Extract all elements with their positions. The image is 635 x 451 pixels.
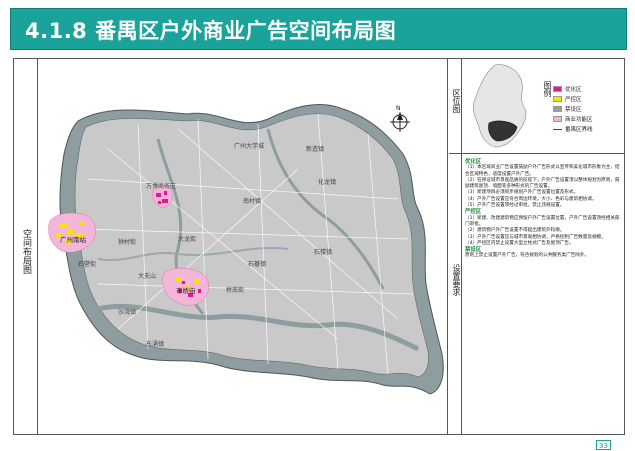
page-number: 33: [596, 440, 611, 450]
place-label: 东涌镇: [146, 341, 165, 348]
notes-paragraph: （1）本区域商业广告设置鼓励户外广告形式以宣传和美化城市形象为主，结合区域特色，…: [465, 165, 620, 177]
place-label: 大龙街: [178, 236, 197, 243]
legend-swatch: [553, 85, 562, 92]
legend-label: 禁设区: [565, 106, 582, 113]
left-label-panel: 空间布局图: [14, 59, 38, 434]
location-map: [473, 64, 527, 148]
north-arrow: N: [390, 105, 410, 132]
place-label: 南村镇: [243, 198, 262, 205]
place-label: 广州南站: [60, 236, 86, 244]
notes-paragraph: 原则上禁止设置户外广告，符合规划的公共服务类广告除外。: [465, 253, 590, 259]
notes-paragraph: （2）在保证城市景观品质的前提下，户外广告设置须以整体规划为原则，鼓励建筑屋顶、…: [465, 177, 620, 190]
legend-item: 严控区: [553, 94, 623, 103]
place-label: 石壁街: [78, 261, 97, 268]
place-label: 沙湾镇: [118, 309, 137, 316]
map-area: N 广州大学城 新造镇 化龙镇 万博商务区 南村镇 广州南站 钟村街 大龙街 石…: [38, 59, 448, 434]
location-label-col: 区位图: [449, 59, 462, 154]
place-label: 化龙镇: [318, 179, 337, 186]
legend-swatch: [553, 115, 562, 122]
page-title: 4.1.8 番禺区户外商业广告空间布局图: [25, 19, 397, 43]
legend-title: 图例: [543, 81, 552, 97]
legend-label: 番禺区界线: [565, 126, 593, 133]
notes-paragraph: （3）户外广告设置应与城市景观相协调，严格控制广告数量及规模。: [465, 234, 606, 240]
legend-swatch: [553, 105, 562, 112]
place-label: 钟村街: [118, 239, 137, 246]
location-panel: 区位图 图例 优化区 严控区 禁设区 商业功能区 番禺区界线: [449, 59, 624, 154]
legend-label: 优化区: [565, 86, 582, 93]
place-label: 万博商务区: [146, 183, 177, 190]
place-label: 石碁镇: [248, 261, 267, 268]
place-label: 新造镇: [306, 146, 325, 153]
place-label: 市桥街: [176, 287, 196, 295]
north-label: N: [396, 105, 401, 112]
place-label: 大夫山: [138, 273, 157, 280]
legend-label: 严控区: [565, 96, 582, 103]
notes-text: 优化区 （1）本区域商业广告设置鼓励户外广告形式以宣传和美化城市形象为主，结合区域…: [465, 159, 621, 260]
legend-line: [553, 128, 562, 130]
legend-item: 禁设区: [553, 104, 623, 113]
legend-label: 商业功能区: [565, 116, 593, 123]
legend-swatch: [553, 95, 562, 102]
legend-item: 商业功能区: [553, 114, 623, 123]
notes-label: 设置要求: [452, 264, 461, 296]
title-bar: 4.1.8 番禺区户外商业广告空间布局图: [10, 8, 627, 50]
sidebar: 区位图 图例 优化区 严控区 禁设区 商业功能区 番禺区界线 设置要求 优化区 …: [449, 59, 624, 434]
layout-map-label: 空间布局图: [21, 229, 31, 274]
legend-item: 优化区: [553, 84, 623, 93]
place-label: 桥南街: [226, 287, 245, 294]
location-map-label: 区位图: [452, 89, 461, 113]
place-label: 广州大学城: [234, 143, 265, 150]
legend: 优化区 严控区 禁设区 商业功能区 番禺区界线: [553, 84, 623, 134]
notes-paragraph: （1）新建、改建建筑物应预留户外广告设置位置，户外广告设置须经相关部门审批。: [465, 215, 620, 227]
legend-item: 番禺区界线: [553, 124, 623, 133]
district-map: N: [48, 103, 444, 395]
notes-label-col: 设置要求: [450, 154, 462, 434]
place-label: 石楼镇: [314, 249, 333, 256]
